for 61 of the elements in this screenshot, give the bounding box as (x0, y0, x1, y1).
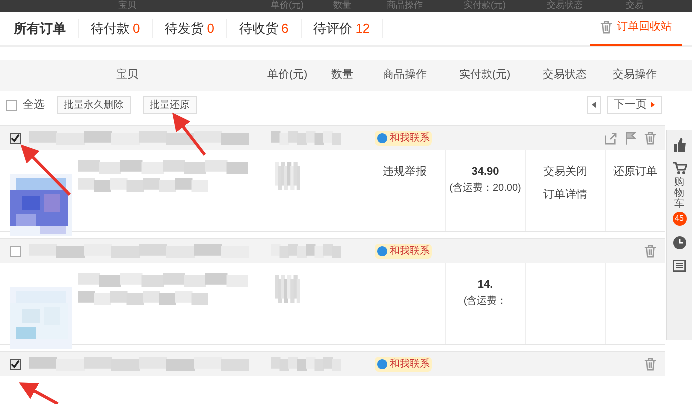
share-icon[interactable] (604, 132, 617, 144)
column-header: 单价(元) (271, 0, 304, 10)
column-header: 商品操作 (383, 69, 427, 82)
column-header: 数量 (332, 69, 354, 82)
column-header: 实付款(元) (464, 0, 506, 10)
right-caret-icon (651, 102, 655, 108)
cart-count-badge: 45 (672, 212, 686, 226)
column-header: 单价(元) (267, 69, 308, 82)
paid-amount: 34.90 (472, 165, 500, 180)
contact-badge[interactable]: 和我联系 (375, 356, 432, 372)
select-all-label: 全选 (23, 98, 45, 113)
trash-icon[interactable] (600, 21, 613, 34)
shipping-fee: (含运费： (462, 294, 508, 308)
annotation-arrow (20, 144, 72, 196)
previous-page-button[interactable] (587, 96, 601, 114)
cart-label[interactable]: 购物车 (674, 177, 684, 210)
checkbox[interactable] (10, 246, 21, 256)
checkmark-icon (11, 134, 20, 142)
thumbs-up-icon[interactable] (672, 138, 686, 152)
column-header: 交易 (626, 0, 644, 10)
column-header: 交易状态 (543, 69, 587, 82)
column-header: 实付款(元) (459, 69, 511, 82)
annotation-arrow (19, 382, 59, 404)
chat-bubble-icon (377, 132, 388, 144)
left-caret-icon (592, 102, 596, 108)
next-page-button[interactable]: 下一页 (607, 96, 662, 114)
paid-amount: 14. (478, 278, 494, 293)
order-status: 交易关闭 (544, 164, 588, 180)
chat-bubble-icon (377, 358, 388, 370)
shipping-fee: (含运费：20.00) (450, 182, 522, 196)
order-detail-link[interactable]: 订单详情 (544, 186, 588, 203)
annotation-arrow (172, 112, 206, 156)
flag-icon[interactable] (625, 132, 636, 144)
column-header: 交易状态 (547, 0, 583, 10)
column-header: 宝贝 (118, 0, 136, 10)
cart-icon[interactable] (672, 162, 686, 175)
column-header: 宝贝 (116, 69, 138, 82)
checkbox[interactable] (6, 100, 17, 110)
contact-badge[interactable]: 和我联系 (375, 244, 432, 258)
tab[interactable]: 待发货 0 (153, 18, 228, 38)
column-header: 商品操作 (387, 0, 423, 10)
report-link[interactable]: 违规举报 (383, 166, 427, 178)
trash-icon[interactable] (644, 358, 657, 370)
batch-button[interactable]: 批量永久删除 (57, 96, 131, 114)
chat-bubble-icon (377, 246, 388, 256)
checkbox[interactable] (10, 132, 21, 144)
column-header: 数量 (334, 0, 352, 10)
contact-badge[interactable]: 和我联系 (375, 130, 432, 146)
list-icon[interactable] (673, 260, 686, 272)
column-header: 交易操作 (613, 69, 657, 82)
tab[interactable]: 待评价 12 (302, 18, 384, 38)
checkmark-icon (11, 360, 20, 368)
trash-icon[interactable] (644, 132, 657, 144)
batch-button[interactable]: 批量还原 (143, 96, 197, 114)
clock-icon[interactable] (672, 236, 686, 250)
tab[interactable]: 待付款 0 (79, 18, 154, 38)
tab[interactable]: 所有订单 (14, 18, 79, 38)
checkbox[interactable] (10, 358, 21, 370)
trash-icon[interactable] (644, 244, 657, 258)
restore-order-link[interactable]: 还原订单 (614, 166, 658, 178)
tab[interactable]: 待收货 6 (227, 18, 302, 38)
